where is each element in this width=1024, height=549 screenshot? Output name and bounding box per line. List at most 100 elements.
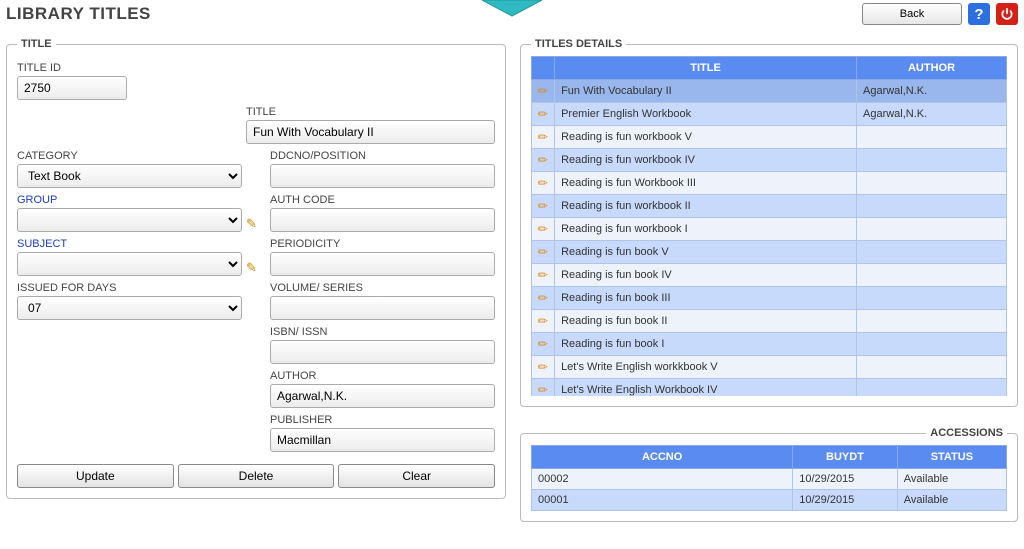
label-issued: ISSUED FOR DAYS	[17, 278, 242, 296]
cell-status: Available	[897, 469, 1006, 490]
edit-icon[interactable]: ✎	[535, 312, 552, 329]
edit-icon[interactable]: ✎	[535, 335, 552, 352]
table-row[interactable]: ✎Reading is fun workbook II	[532, 195, 1007, 218]
table-row[interactable]: ✎Reading is fun book IV	[532, 264, 1007, 287]
cell-title: Reading is fun book IV	[555, 264, 857, 287]
cell-author	[857, 310, 1007, 333]
edit-icon[interactable]: ✎	[535, 128, 552, 145]
group-select[interactable]	[17, 208, 242, 232]
cell-author	[857, 195, 1007, 218]
edit-icon[interactable]: ✎	[535, 82, 552, 99]
table-row[interactable]: ✎Reading is fun workbook IV	[532, 149, 1007, 172]
title-panel-legend: TITLE	[17, 38, 56, 50]
publisher-field[interactable]	[270, 428, 495, 452]
table-row[interactable]: ✎Let's Write English Workbook IV	[532, 379, 1007, 397]
table-row[interactable]: ✎Reading is fun book III	[532, 287, 1007, 310]
periodicity-field[interactable]	[270, 252, 495, 276]
cell-title: Let's Write English Workbook IV	[555, 379, 857, 397]
back-button[interactable]: Back	[862, 3, 962, 25]
edit-icon[interactable]: ✎	[535, 243, 552, 260]
author-field[interactable]	[270, 384, 495, 408]
label-isbn: ISBN/ ISSN	[270, 322, 495, 340]
table-row[interactable]: ✎Fun With Vocabulary IIAgarwal,N.K.	[532, 80, 1007, 103]
help-icon[interactable]: ?	[968, 3, 990, 25]
edit-icon[interactable]: ✎	[535, 174, 552, 191]
cell-title: Reading is fun book V	[555, 241, 857, 264]
accessions-legend: ACCESSIONS	[926, 427, 1007, 439]
edit-icon[interactable]: ✎	[535, 105, 552, 122]
delete-button[interactable]: Delete	[178, 464, 335, 488]
edit-icon[interactable]: ✎	[535, 358, 552, 375]
cell-author	[857, 356, 1007, 379]
isbn-field[interactable]	[270, 340, 495, 364]
edit-icon[interactable]: ✎	[535, 151, 552, 168]
ddcno-field[interactable]	[270, 164, 495, 188]
edit-icon[interactable]: ✎	[535, 289, 552, 306]
cell-title: Reading is fun book III	[555, 287, 857, 310]
titles-details-table: TITLE AUTHOR ✎Fun With Vocabulary IIAgar…	[531, 56, 1007, 396]
table-row[interactable]: ✎Reading is fun workbook V	[532, 126, 1007, 149]
cell-author	[857, 287, 1007, 310]
table-row[interactable]: ✎Reading is fun workbook I	[532, 218, 1007, 241]
subject-key-icon[interactable]: ✎	[246, 260, 257, 275]
titles-details-panel: TITLES DETAILS TITLE AUTHOR ✎Fun With Vo…	[520, 38, 1018, 407]
page-title: LIBRARY TITLES	[6, 4, 151, 24]
cell-author	[857, 218, 1007, 241]
table-row[interactable]: 0000210/29/2015Available	[532, 469, 1007, 490]
authcode-field[interactable]	[270, 208, 495, 232]
table-row[interactable]: ✎Reading is fun book V	[532, 241, 1007, 264]
th-author: AUTHOR	[857, 57, 1007, 80]
edit-icon[interactable]: ✎	[535, 381, 552, 396]
table-row[interactable]: ✎Reading is fun book I	[532, 333, 1007, 356]
cell-author: Agarwal,N.K.	[857, 103, 1007, 126]
group-key-icon[interactable]: ✎	[246, 216, 257, 231]
cell-buydt: 10/29/2015	[793, 490, 898, 511]
title-field[interactable]	[246, 120, 495, 144]
clear-button[interactable]: Clear	[338, 464, 495, 488]
title-id-field[interactable]	[17, 76, 127, 100]
cell-status: Available	[897, 490, 1006, 511]
cell-buydt: 10/29/2015	[793, 469, 898, 490]
table-row[interactable]: ✎Premier English WorkbookAgarwal,N.K.	[532, 103, 1007, 126]
edit-icon[interactable]: ✎	[535, 220, 552, 237]
update-button[interactable]: Update	[17, 464, 174, 488]
titles-details-legend: TITLES DETAILS	[531, 38, 626, 50]
table-row[interactable]: 0000110/29/2015Available	[532, 490, 1007, 511]
table-row[interactable]: ✎Reading is fun book II	[532, 310, 1007, 333]
table-row[interactable]: ✎Let's Write English workkbook V	[532, 356, 1007, 379]
cell-author	[857, 264, 1007, 287]
cell-author: Agarwal,N.K.	[857, 80, 1007, 103]
category-select[interactable]: Text Book	[17, 164, 242, 188]
volume-field[interactable]	[270, 296, 495, 320]
label-ddcno: DDCNO/POSITION	[270, 146, 495, 164]
th-accno: ACCNO	[532, 446, 793, 469]
power-icon[interactable]	[996, 3, 1018, 25]
label-title-id: TITLE ID	[17, 58, 242, 76]
label-subject[interactable]: SUBJECT	[17, 234, 242, 252]
edit-icon[interactable]: ✎	[535, 197, 552, 214]
edit-icon[interactable]: ✎	[535, 266, 552, 283]
cell-author	[857, 379, 1007, 397]
cell-title: Fun With Vocabulary II	[555, 80, 857, 103]
cell-author	[857, 241, 1007, 264]
label-publisher: PUBLISHER	[270, 410, 495, 428]
cell-title: Reading is fun workbook II	[555, 195, 857, 218]
label-authcode: AUTH CODE	[270, 190, 495, 208]
cell-author	[857, 172, 1007, 195]
label-group[interactable]: GROUP	[17, 190, 242, 208]
th-title: TITLE	[555, 57, 857, 80]
th-buydt: BUYDT	[793, 446, 898, 469]
table-row[interactable]: ✎Reading is fun Workbook III	[532, 172, 1007, 195]
cell-title: Reading is fun workbook I	[555, 218, 857, 241]
issued-select[interactable]: 07	[17, 296, 242, 320]
cell-title: Reading is fun Workbook III	[555, 172, 857, 195]
title-panel: TITLE TITLE ID TITLE CATEGORY Text Book	[6, 38, 506, 499]
cell-title: Let's Write English workkbook V	[555, 356, 857, 379]
cell-title: Reading is fun book II	[555, 310, 857, 333]
titles-details-scroll[interactable]: TITLE AUTHOR ✎Fun With Vocabulary IIAgar…	[531, 56, 1007, 396]
cell-title: Reading is fun workbook V	[555, 126, 857, 149]
subject-select[interactable]	[17, 252, 242, 276]
label-author: AUTHOR	[270, 366, 495, 384]
cell-title: Reading is fun workbook IV	[555, 149, 857, 172]
cell-accno: 00002	[532, 469, 793, 490]
